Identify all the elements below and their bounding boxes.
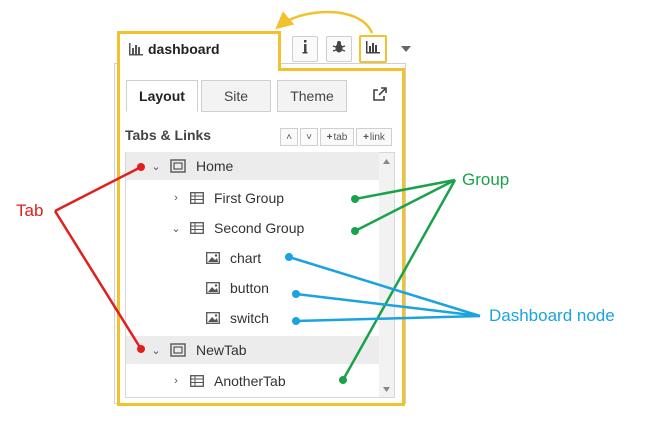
annotation-arrows: [53, 10, 481, 384]
curved-arrow: [275, 10, 374, 34]
node-pointer-dot: [292, 290, 300, 298]
tab-pointer-dot: [137, 345, 145, 353]
node-pointer-line: [295, 314, 481, 323]
tab-pointer-line: [53, 210, 143, 350]
tab-annotation-label: Tab: [16, 201, 44, 220]
group-pointer-dot: [351, 227, 359, 235]
group-pointer-line: [354, 178, 456, 201]
node-pointer-dot: [292, 317, 300, 325]
tab-pointer-line: [54, 165, 142, 213]
group-annotation-label: Group: [462, 170, 510, 189]
node-annotation-label: Dashboard node: [489, 306, 615, 325]
tab-pointer-dot: [137, 163, 145, 171]
node-pointer-dot: [285, 253, 293, 261]
group-pointer-dot: [351, 195, 359, 203]
group-pointer-dot: [339, 376, 347, 384]
